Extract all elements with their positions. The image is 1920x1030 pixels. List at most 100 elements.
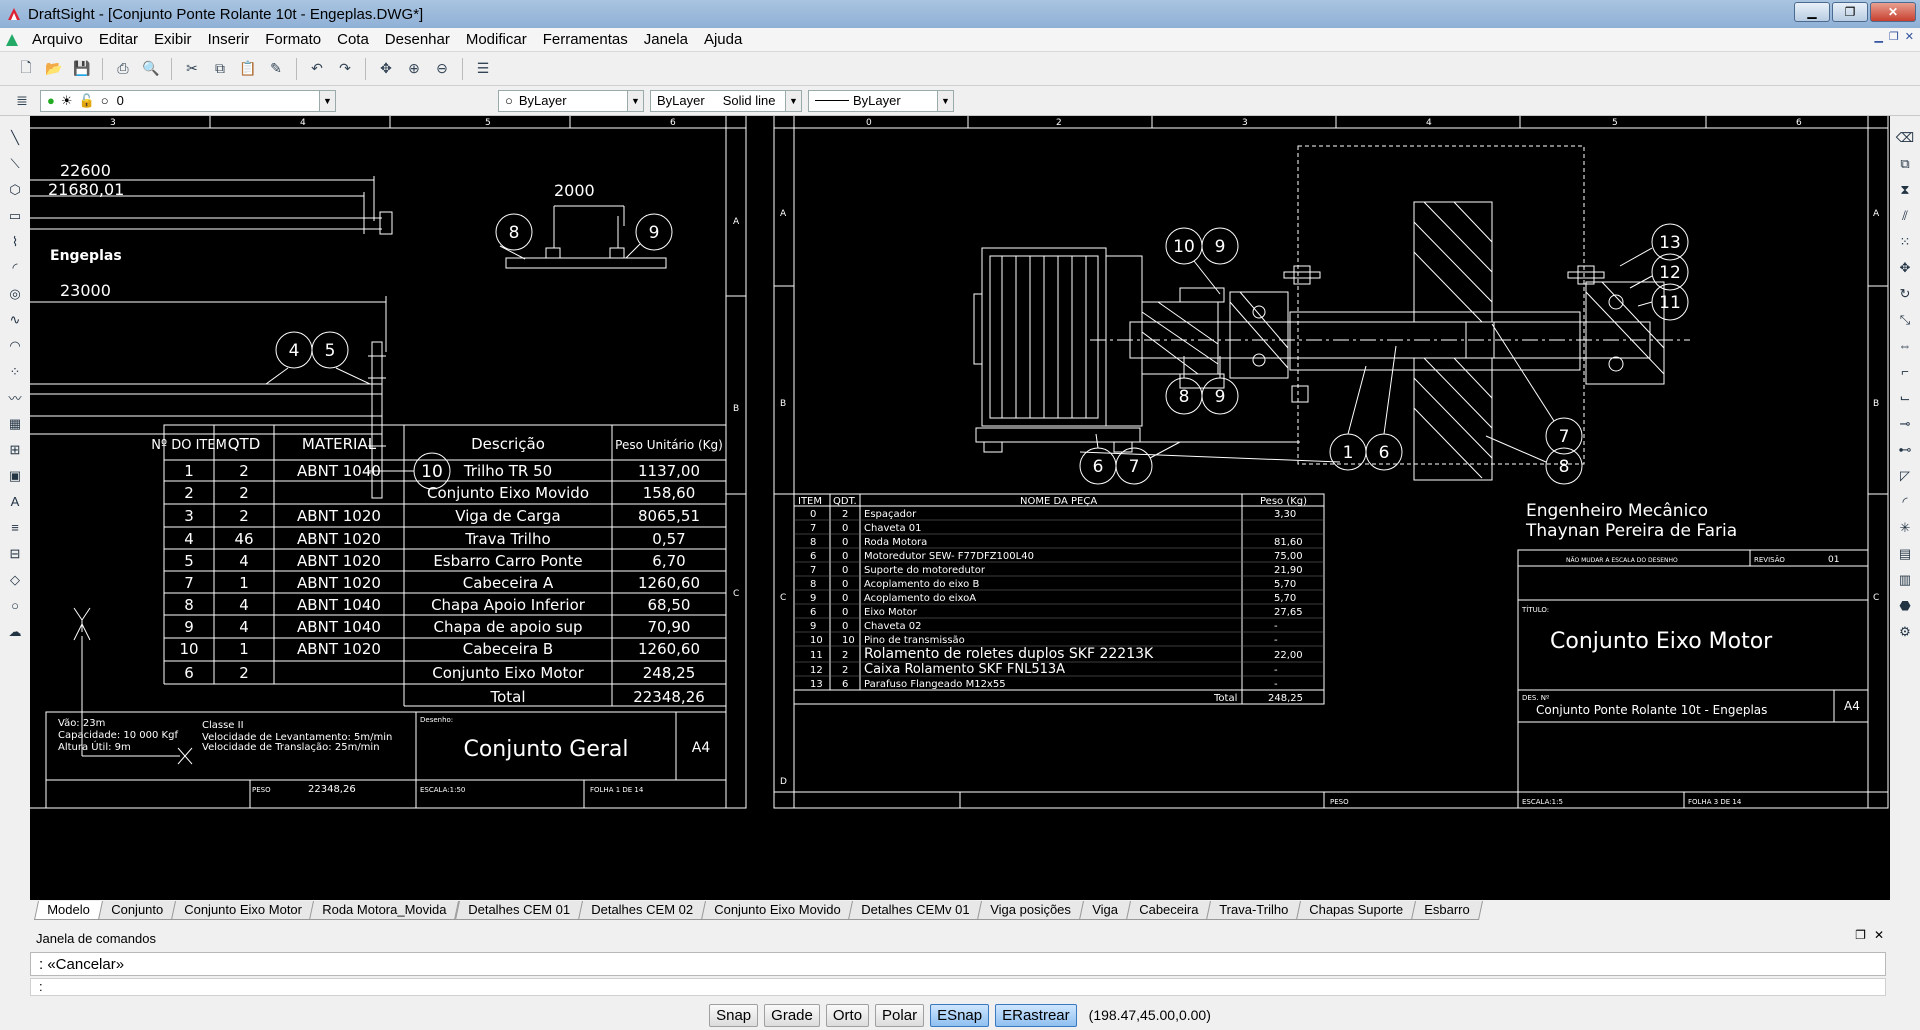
tab-detalhes-cem-02[interactable]: Detalhes CEM 02 xyxy=(577,901,706,920)
pan-icon[interactable]: ✥ xyxy=(374,57,398,81)
lineweight-combo[interactable]: ByLayer ▼ xyxy=(808,89,954,112)
rectangle-icon[interactable]: ▭ xyxy=(5,206,25,225)
table-icon[interactable]: ⊟ xyxy=(5,544,25,563)
menu-inserir[interactable]: Inserir xyxy=(200,31,258,48)
explode-icon[interactable]: ✳ xyxy=(1895,518,1915,537)
color-combo[interactable]: ○ ByLayer ▼ xyxy=(498,89,644,112)
extend-icon[interactable]: ⌙ xyxy=(1895,388,1915,407)
open-file-icon[interactable]: 📂 xyxy=(42,57,66,81)
mdi-minimize-button[interactable]: ▁ xyxy=(1874,30,1882,43)
polygon-icon[interactable]: ⬡ xyxy=(5,180,25,199)
chamfer-icon[interactable]: ◸ xyxy=(1895,466,1915,485)
layer-combo[interactable]: ● ☀ 🔓 ○ 0 ▼ xyxy=(40,89,336,112)
menu-cota[interactable]: Cota xyxy=(329,31,377,48)
undo-icon[interactable]: ↶ xyxy=(305,57,329,81)
menu-ajuda[interactable]: Ajuda xyxy=(696,31,750,48)
note-icon[interactable]: A xyxy=(5,492,25,511)
tab-esbarro[interactable]: Esbarro xyxy=(1411,901,1483,920)
chevron-down-icon[interactable]: ▼ xyxy=(627,90,643,111)
tab-cabeceira[interactable]: Cabeceira xyxy=(1125,901,1212,920)
trim-icon[interactable]: ⌐ xyxy=(1895,362,1915,381)
mdi-close-button[interactable]: ✕ xyxy=(1905,30,1914,43)
menu-modificar[interactable]: Modificar xyxy=(458,31,535,48)
offset-icon[interactable]: ⫽ xyxy=(1895,206,1915,225)
circle-icon[interactable]: ◎ xyxy=(5,284,25,303)
zoom-icon[interactable]: ⊕ xyxy=(402,57,426,81)
chevron-down-icon[interactable]: ▼ xyxy=(785,90,801,111)
tab-detalhes-cemv-01[interactable]: Detalhes CEMv 01 xyxy=(847,901,983,920)
drawing-canvas[interactable]: 3456 ABC 22600 21680,01 23000 2000 Engep… xyxy=(30,116,1890,900)
copy-entity-icon[interactable]: ⧉ xyxy=(1895,154,1915,173)
insert-block-icon[interactable]: ⊞ xyxy=(5,440,25,459)
ellipse-arc-icon[interactable]: ◠ xyxy=(5,336,25,355)
new-file-icon[interactable]: 🗋 xyxy=(14,57,38,81)
layer-manager-icon[interactable]: ≣ xyxy=(10,89,34,113)
make-block-icon[interactable]: ▣ xyxy=(5,466,25,485)
infinite-line-icon[interactable]: ⟍ xyxy=(5,154,25,173)
scale-icon[interactable]: ⤡ xyxy=(1895,310,1915,329)
copy-icon[interactable]: ⧉ xyxy=(208,57,232,81)
ortho-toggle[interactable]: Orto xyxy=(825,1003,870,1027)
erase-icon[interactable]: ⌫ xyxy=(1895,128,1915,147)
stretch-icon[interactable]: ⇔ xyxy=(1895,336,1915,355)
simple-note-icon[interactable]: ≡ xyxy=(5,518,25,537)
menu-formato[interactable]: Formato xyxy=(257,31,329,48)
tab-viga-posicoes[interactable]: Viga posições xyxy=(977,901,1085,920)
snap-toggle[interactable]: Snap xyxy=(709,1003,759,1027)
polyline-icon[interactable]: ⌇ xyxy=(5,232,25,251)
hatch-icon[interactable]: ▦ xyxy=(5,414,25,433)
tab-conjunto[interactable]: Conjunto xyxy=(97,901,176,920)
arc-icon[interactable]: ◜ xyxy=(5,258,25,277)
tab-chapas-suporte[interactable]: Chapas Suporte xyxy=(1296,901,1417,920)
etrack-toggle[interactable]: ERastrear xyxy=(995,1003,1077,1027)
join-icon[interactable]: ⊷ xyxy=(1895,440,1915,459)
break-icon[interactable]: ⊸ xyxy=(1895,414,1915,433)
circle-tool-icon[interactable]: ○ xyxy=(5,596,25,615)
freehand-icon[interactable]: 〰 xyxy=(5,388,25,407)
chevron-down-icon[interactable]: ▼ xyxy=(319,90,335,111)
edit-hatch-icon[interactable]: ▤ xyxy=(1895,544,1915,563)
tab-modelo[interactable]: Modelo xyxy=(33,901,103,920)
chevron-down-icon[interactable]: ▼ xyxy=(937,90,953,111)
tab-conjunto-eixo-movido[interactable]: Conjunto Eixo Movido xyxy=(700,901,854,920)
cut-icon[interactable]: ✂ xyxy=(180,57,204,81)
line-icon[interactable]: ╲ xyxy=(5,128,25,147)
grid-toggle[interactable]: Grade xyxy=(764,1003,820,1027)
point-icon[interactable]: ⁘ xyxy=(5,362,25,381)
maximize-button[interactable]: ❐ xyxy=(1832,2,1868,22)
pattern-icon[interactable]: ⁙ xyxy=(1895,232,1915,251)
layers-manager-icon[interactable]: ☰ xyxy=(471,57,495,81)
match-properties-icon[interactable]: ✎ xyxy=(264,57,288,81)
region-icon[interactable]: ◇ xyxy=(5,570,25,589)
print-icon[interactable]: ⎙ xyxy=(111,57,135,81)
menu-desenhar[interactable]: Desenhar xyxy=(377,31,458,48)
move-icon[interactable]: ✥ xyxy=(1895,258,1915,277)
close-button[interactable]: ✕ xyxy=(1870,2,1916,22)
edit-table-icon[interactable]: ▥ xyxy=(1895,570,1915,589)
tab-viga[interactable]: Viga xyxy=(1079,901,1131,920)
menu-editar[interactable]: Editar xyxy=(91,31,146,48)
menu-janela[interactable]: Janela xyxy=(636,31,696,48)
mdi-restore-button[interactable]: ❐ xyxy=(1889,30,1899,43)
menu-arquivo[interactable]: Arquivo xyxy=(24,31,91,48)
menu-exibir[interactable]: Exibir xyxy=(146,31,200,48)
tab-conjunto-eixo-motor[interactable]: Conjunto Eixo Motor xyxy=(170,901,315,920)
tab-trava-trilho[interactable]: Trava-Trilho xyxy=(1206,901,1302,920)
paste-icon[interactable]: 📋 xyxy=(236,57,260,81)
spline-icon[interactable]: ∿ xyxy=(5,310,25,329)
revision-cloud-icon[interactable]: ☁ xyxy=(5,622,25,641)
edit-block-icon[interactable]: ⬣ xyxy=(1895,596,1915,615)
save-icon[interactable]: 💾 xyxy=(70,57,94,81)
tab-roda-motora-movida[interactable]: Roda Motora_Movida xyxy=(309,901,460,920)
fillet-icon[interactable]: ◜ xyxy=(1895,492,1915,511)
mirror-icon[interactable]: ⧗ xyxy=(1895,180,1915,199)
tab-detalhes-cem-01[interactable]: Detalhes CEM 01 xyxy=(454,901,583,920)
rotate-icon[interactable]: ↻ xyxy=(1895,284,1915,303)
esnap-toggle[interactable]: ESnap xyxy=(930,1003,990,1027)
minimize-button[interactable]: ▁ xyxy=(1794,2,1830,22)
polar-toggle[interactable]: Polar xyxy=(875,1003,925,1027)
print-preview-icon[interactable]: 🔍 xyxy=(139,57,163,81)
redo-icon[interactable]: ↷ xyxy=(333,57,357,81)
close-icon[interactable]: ✕ xyxy=(1874,928,1884,942)
document-icon[interactable] xyxy=(4,32,20,48)
